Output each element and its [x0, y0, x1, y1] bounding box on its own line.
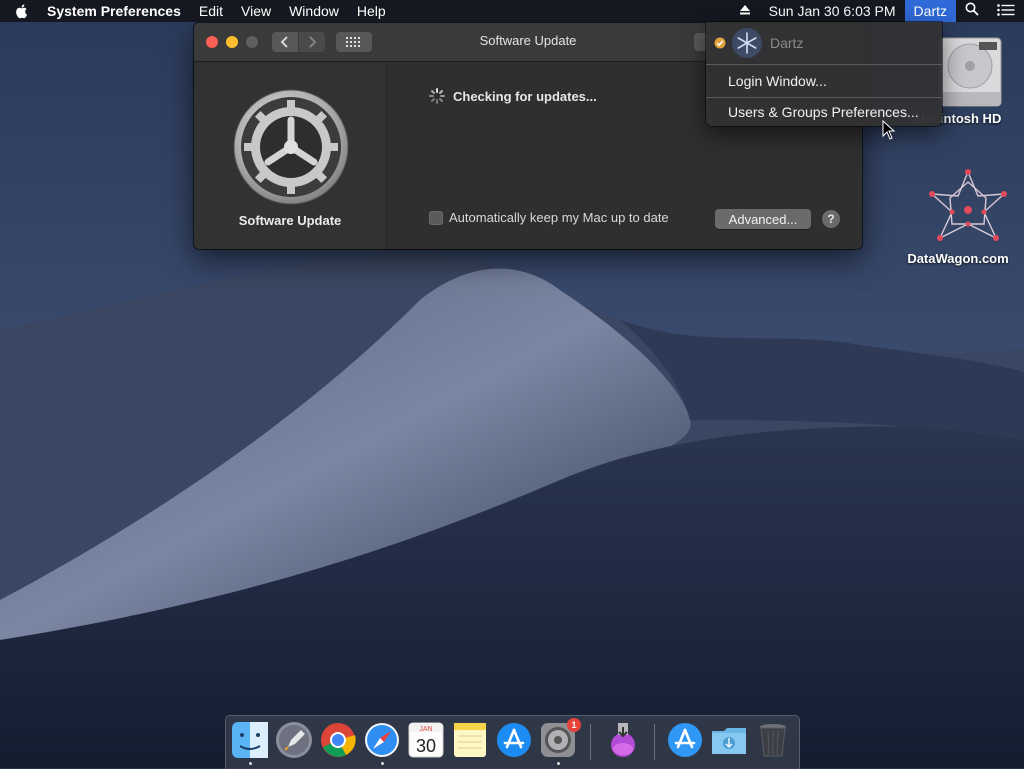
chrome-icon[interactable]	[319, 721, 357, 759]
dock: JAN 30 1	[225, 715, 800, 769]
users-groups-preferences-menu-item[interactable]: Users & Groups Preferences...	[728, 104, 919, 120]
datawagon-logo-icon	[929, 169, 1007, 241]
calendar-month: JAN	[419, 726, 432, 733]
notification-center-icon[interactable]	[988, 0, 1024, 22]
downloads-folder-icon[interactable]	[710, 721, 748, 759]
menu-window[interactable]: Window	[280, 0, 348, 22]
menu-clock[interactable]: Sun Jan 30 6:03 PM	[760, 0, 905, 22]
running-indicator	[557, 762, 560, 765]
dock-separator	[590, 724, 591, 760]
eject-icon[interactable]	[730, 0, 760, 22]
launchpad-icon[interactable]	[275, 721, 313, 759]
notes-icon[interactable]	[451, 721, 489, 759]
running-indicator	[249, 762, 252, 765]
desktop-icon-datawagon[interactable]: DataWagon.com	[896, 168, 1020, 266]
menu-app-name[interactable]: System Preferences	[38, 0, 190, 22]
app-store-icon[interactable]	[495, 721, 533, 759]
software-update-gear-icon	[233, 89, 349, 205]
menu-bar-status-area: Sun Jan 30 6:03 PM Dartz	[730, 0, 1024, 22]
menu-edit[interactable]: Edit	[190, 0, 232, 22]
auto-update-checkbox[interactable]	[429, 210, 443, 225]
update-status: Checking for updates...	[428, 87, 597, 105]
dock-separator	[654, 724, 655, 760]
auto-update-row: Automatically keep my Mac up to date	[429, 210, 669, 225]
login-window-menu-item[interactable]: Login Window...	[728, 73, 827, 89]
desktop-icon-label: DataWagon.com	[907, 251, 1009, 266]
menu-help[interactable]: Help	[348, 0, 395, 22]
menu-bar: System Preferences Edit View Window Help…	[0, 0, 1024, 22]
running-indicator	[381, 762, 384, 765]
auto-update-label[interactable]: Automatically keep my Mac up to date	[449, 210, 669, 225]
software-update-side-pane: Software Update	[194, 62, 387, 249]
calendar-day: 30	[416, 736, 436, 756]
checkmark-icon	[714, 37, 726, 49]
installer-icon[interactable]	[604, 721, 642, 759]
app-store-folder-icon[interactable]	[666, 721, 704, 759]
spotlight-search-icon[interactable]	[956, 0, 988, 22]
pane-label: Software Update	[238, 213, 342, 228]
trash-icon[interactable]	[754, 721, 792, 759]
user-menu-current-user: Dartz	[706, 26, 942, 60]
system-preferences-icon[interactable]: 1	[539, 718, 581, 759]
menu-separator	[706, 64, 942, 65]
safari-icon[interactable]	[363, 721, 401, 759]
hard-drive-icon	[938, 37, 1001, 107]
fast-user-switch-menu[interactable]: Dartz	[904, 0, 956, 22]
mouse-cursor-icon	[882, 120, 896, 140]
status-text: Checking for updates...	[453, 88, 597, 104]
calendar-icon[interactable]: JAN 30	[407, 721, 445, 759]
menu-view[interactable]: View	[232, 0, 280, 22]
user-menu-dropdown: Dartz Login Window... Users & Groups Pre…	[706, 22, 942, 126]
menu-separator	[706, 97, 942, 98]
notification-badge: 1	[567, 718, 581, 732]
apple-menu-icon[interactable]	[14, 3, 30, 19]
progress-spinner-icon	[429, 88, 445, 104]
help-button[interactable]: ?	[822, 210, 840, 228]
advanced-button[interactable]: Advanced...	[715, 209, 811, 229]
user-avatar	[732, 28, 762, 58]
current-user-name: Dartz	[770, 35, 804, 51]
snowflake-icon	[737, 32, 757, 54]
finder-icon[interactable]	[231, 721, 269, 759]
